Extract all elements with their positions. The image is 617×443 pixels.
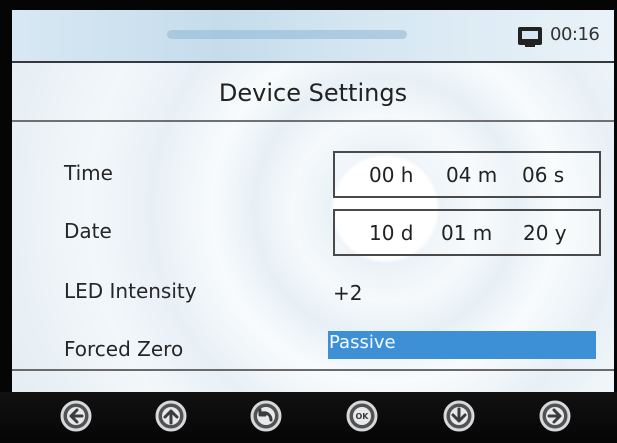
- led-intensity-value[interactable]: +2: [333, 281, 362, 305]
- up-arrow-icon: [155, 400, 187, 432]
- time-label: Time: [64, 161, 113, 185]
- navigation-bar: OK: [0, 392, 617, 443]
- date-field[interactable]: 10 d 01 m 20 y: [333, 209, 601, 256]
- screen-area: 00:16 Device Settings Time 00 h 04 m 06 …: [12, 10, 614, 392]
- date-label: Date: [64, 219, 112, 243]
- down-arrow-icon: [443, 400, 475, 432]
- forced-zero-selector[interactable]: Passive: [328, 331, 596, 359]
- time-seconds: 06 s: [522, 163, 565, 187]
- back-button[interactable]: [249, 399, 283, 433]
- time-hours: 00 h: [369, 163, 414, 187]
- right-button[interactable]: [538, 399, 572, 433]
- forced-zero-value: Passive: [329, 332, 396, 353]
- settings-panel: Time 00 h 04 m 06 s Date 10 d 01 m 20 y …: [12, 127, 614, 371]
- battery-icon: [518, 27, 542, 47]
- date-year: 20 y: [523, 221, 567, 245]
- page-header: Device Settings: [12, 66, 614, 122]
- right-arrow-icon: [539, 400, 571, 432]
- down-button[interactable]: [442, 399, 476, 433]
- device-screen: 00:16 Device Settings Time 00 h 04 m 06 …: [0, 0, 617, 443]
- date-month: 01 m: [441, 221, 493, 245]
- left-arrow-icon: [60, 400, 92, 432]
- ok-label: OK: [356, 412, 370, 421]
- date-day: 10 d: [369, 221, 414, 245]
- time-field[interactable]: 00 h 04 m 06 s: [333, 151, 601, 198]
- ok-button[interactable]: OK: [345, 399, 379, 433]
- up-button[interactable]: [154, 399, 188, 433]
- ok-icon: OK: [346, 400, 378, 432]
- left-button[interactable]: [59, 399, 93, 433]
- time-minutes: 04 m: [446, 163, 498, 187]
- page-title: Device Settings: [218, 79, 408, 107]
- forced-zero-label: Forced Zero: [64, 337, 184, 361]
- led-intensity-label: LED Intensity: [64, 279, 197, 303]
- status-bar: 00:16: [12, 10, 614, 63]
- status-time: 00:16: [550, 24, 600, 45]
- back-icon: [250, 400, 282, 432]
